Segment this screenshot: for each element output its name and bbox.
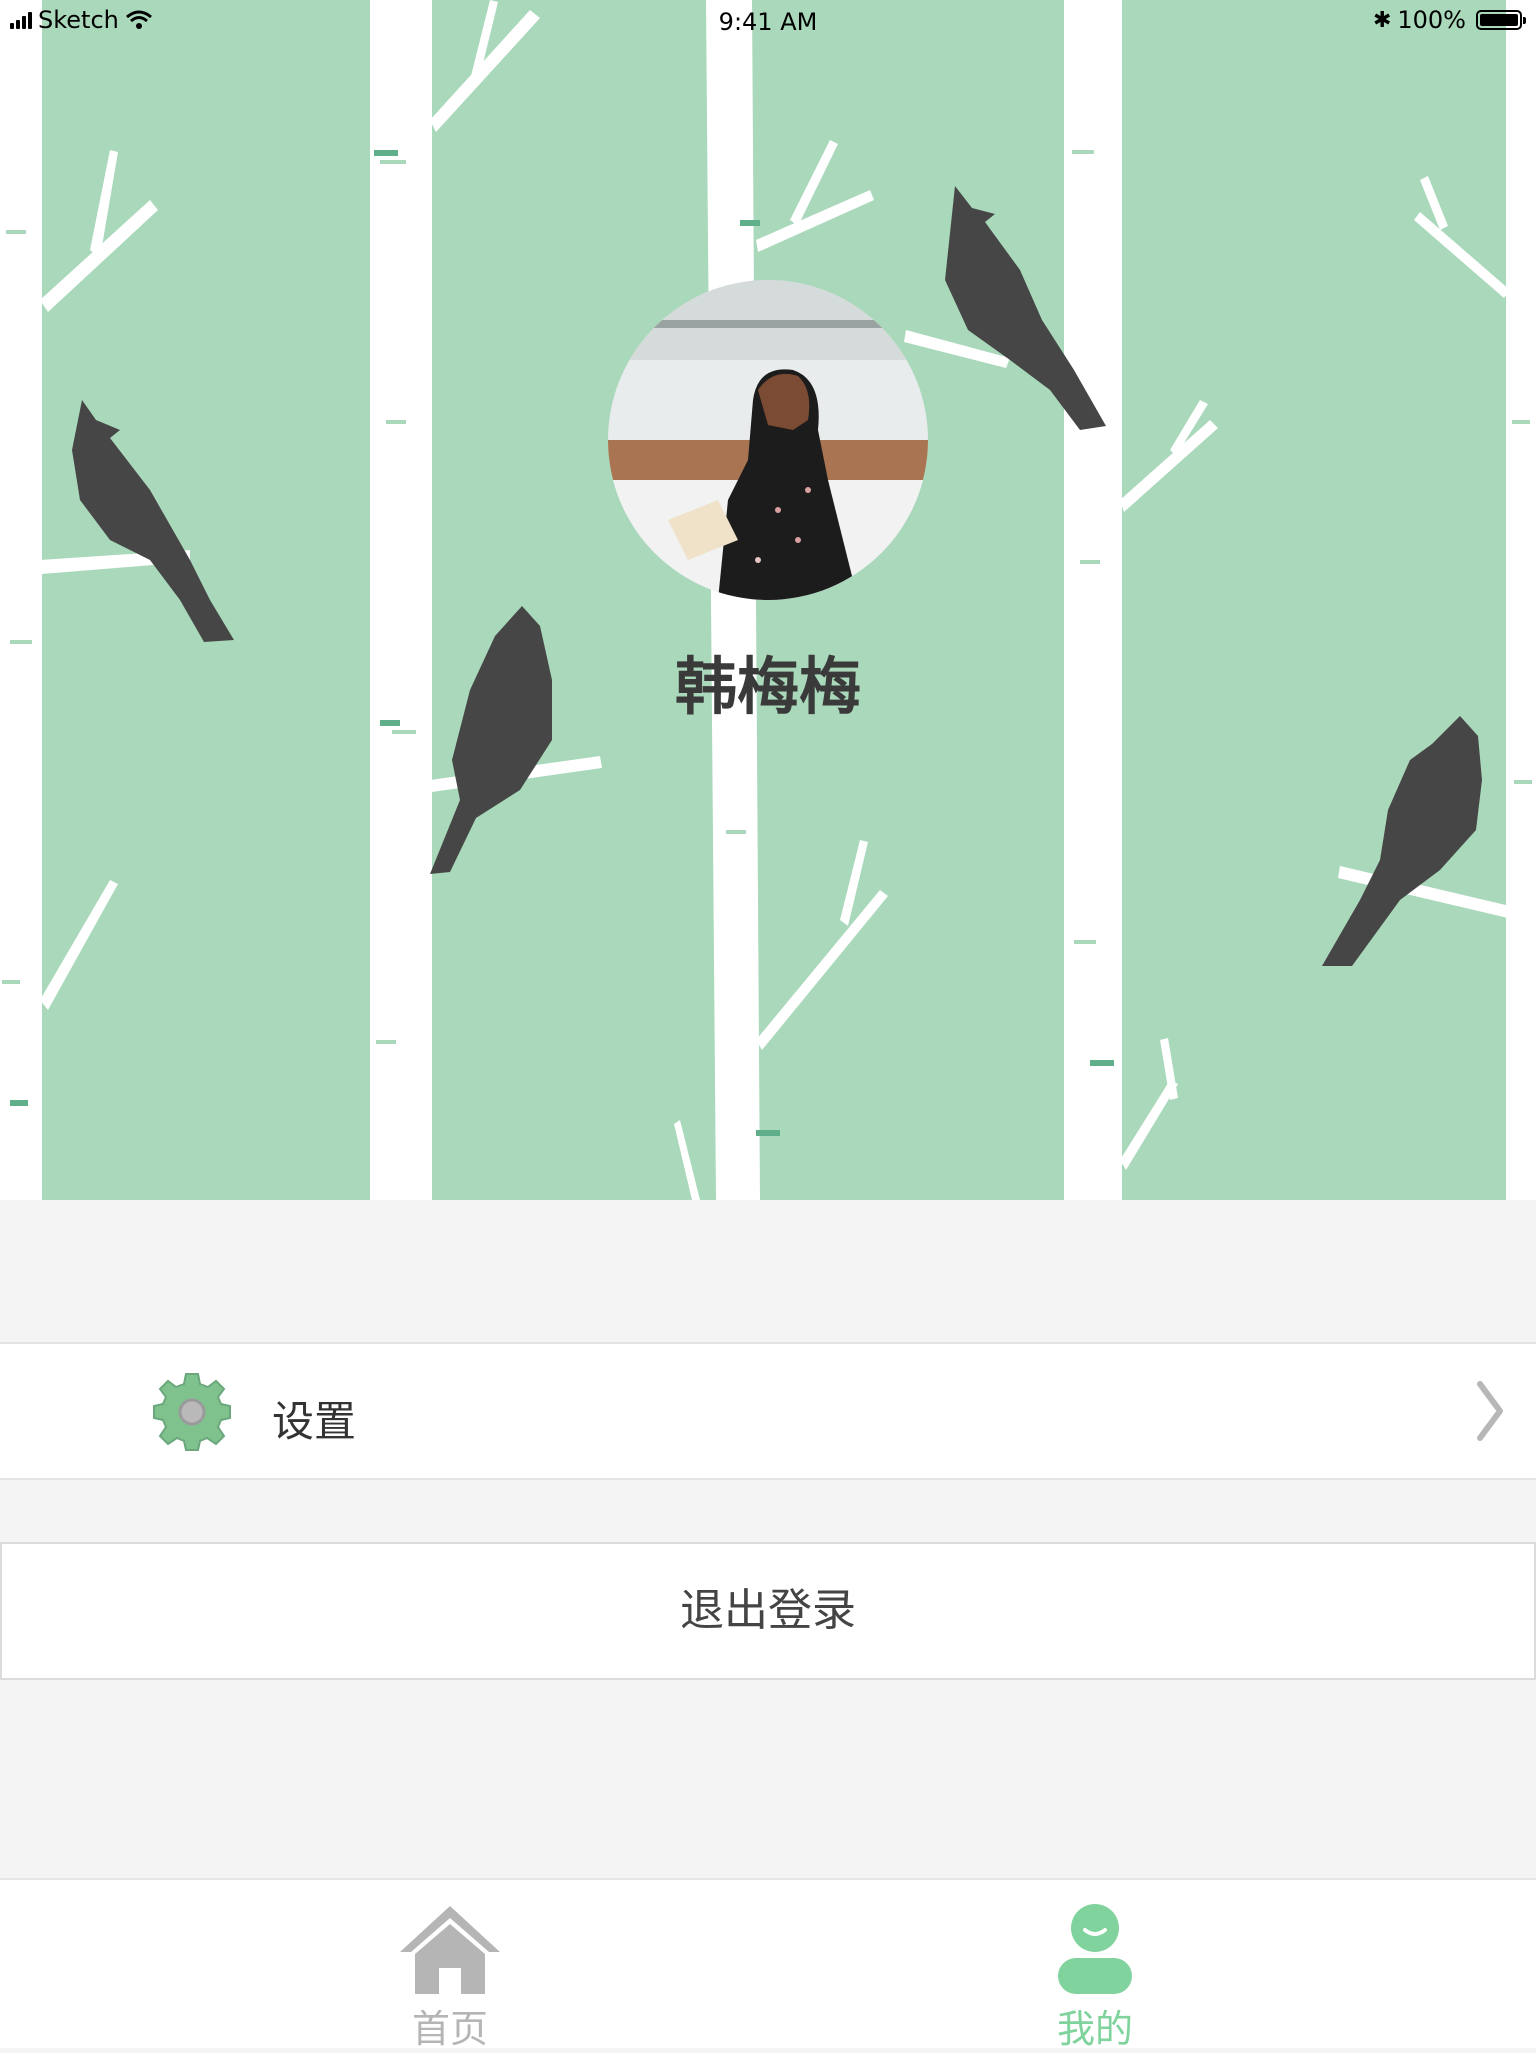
birch-forest-illustration [0,0,1536,1200]
tab-mine[interactable]: 我的 [945,1880,1245,2051]
status-bar: Sketch 9:41 AM ✱ 100% [0,0,1536,44]
settings-row[interactable]: 设置 [0,1342,1536,1480]
tab-home[interactable]: 首页 [300,1880,600,2051]
battery-icon [1476,10,1526,30]
gear-icon [153,1373,231,1451]
bluetooth-icon: ✱ [1372,7,1392,33]
user-icon [1058,1904,1132,1994]
tab-mine-label: 我的 [1056,2007,1133,2051]
tab-home-label: 首页 [411,2007,488,2051]
logout-button[interactable]: 退出登录 [0,1542,1536,1680]
home-icon [400,1906,500,1994]
chevron-right-icon [1477,1381,1503,1441]
settings-label: 设置 [272,1397,357,1446]
profile-header-background: 韩梅梅 [0,0,1536,1200]
tab-bar: 首页 我的 [0,1878,1536,2051]
profile-name: 韩梅梅 [674,650,861,723]
battery-percent: 100% [1397,6,1466,34]
avatar[interactable] [608,280,928,600]
status-time: 9:41 AM [718,8,818,36]
user-photo-icon [608,280,928,600]
